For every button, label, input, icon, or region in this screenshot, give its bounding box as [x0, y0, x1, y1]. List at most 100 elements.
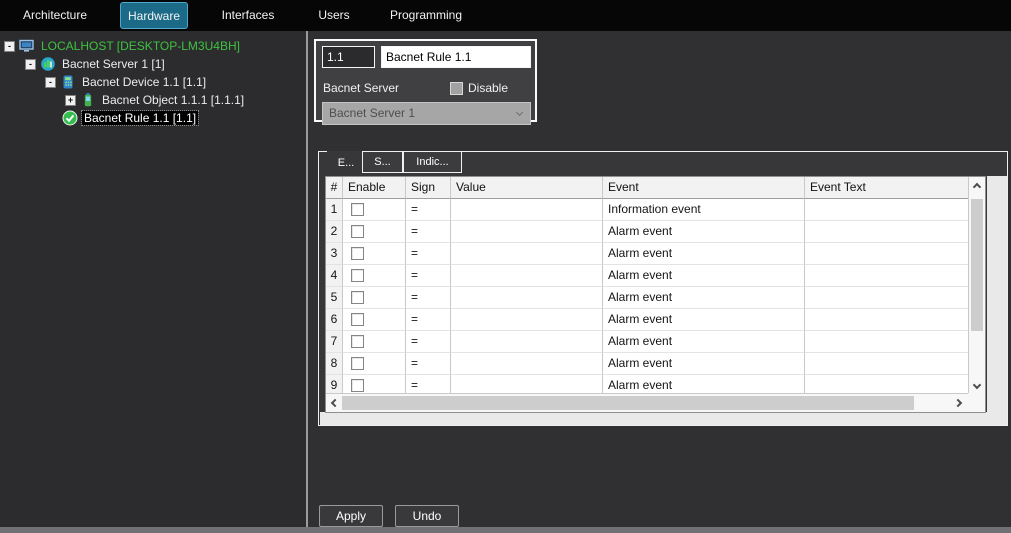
- scroll-right-icon[interactable]: [954, 399, 962, 407]
- event-cell[interactable]: Alarm event: [603, 243, 805, 265]
- enable-checkbox[interactable]: [351, 225, 364, 238]
- tab-events[interactable]: E...: [331, 153, 361, 173]
- server-label: Bacnet Server: [323, 81, 399, 95]
- panel-scrollbar-gutter[interactable]: [987, 176, 1007, 423]
- disable-label: Disable: [468, 81, 508, 95]
- row-number: 7: [326, 331, 343, 353]
- event-text-cell[interactable]: [805, 309, 985, 331]
- tree-item-bacnet-device[interactable]: - Bacnet Device 1.1 [1.1]: [45, 73, 208, 91]
- enable-cell: [343, 265, 406, 287]
- value-cell[interactable]: [451, 287, 603, 309]
- enable-checkbox[interactable]: [351, 357, 364, 370]
- event-cell[interactable]: Alarm event: [603, 309, 805, 331]
- nav-tab-architecture[interactable]: Architecture: [10, 2, 100, 29]
- sign-cell[interactable]: =: [406, 199, 451, 221]
- nav-tab-users[interactable]: Users: [289, 2, 379, 29]
- enable-checkbox[interactable]: [351, 313, 364, 326]
- event-text-cell[interactable]: [805, 287, 985, 309]
- event-text-cell[interactable]: [805, 353, 985, 375]
- tab-indications[interactable]: Indic...: [403, 151, 462, 173]
- enable-checkbox[interactable]: [351, 269, 364, 282]
- event-cell[interactable]: Alarm event: [603, 265, 805, 287]
- tree-item-label[interactable]: Bacnet Server 1 [1]: [60, 57, 167, 71]
- enable-checkbox[interactable]: [351, 379, 364, 392]
- event-text-cell[interactable]: [805, 243, 985, 265]
- sign-cell[interactable]: =: [406, 309, 451, 331]
- col-header-event-text[interactable]: Event Text: [805, 177, 985, 199]
- rule-id-field[interactable]: [322, 46, 375, 68]
- col-header-event[interactable]: Event: [603, 177, 805, 199]
- event-cell[interactable]: Alarm event: [603, 353, 805, 375]
- tree-item-bacnet-server[interactable]: - Bacnet Server 1 [1]: [25, 55, 167, 73]
- apply-button[interactable]: Apply: [319, 505, 383, 527]
- value-cell[interactable]: [451, 331, 603, 353]
- event-text-cell[interactable]: [805, 221, 985, 243]
- table-row: 3 = Alarm event: [326, 243, 985, 265]
- expand-expander-icon[interactable]: +: [65, 95, 76, 106]
- enable-checkbox[interactable]: [351, 335, 364, 348]
- app-window: Architecture Hardware Interfaces Users P…: [0, 0, 1011, 533]
- horizontal-scrollbar-thumb[interactable]: [342, 396, 914, 410]
- horizontal-scrollbar[interactable]: [326, 393, 969, 412]
- sign-cell[interactable]: =: [406, 331, 451, 353]
- enable-cell: [343, 199, 406, 221]
- scroll-down-icon[interactable]: [973, 381, 981, 389]
- value-cell[interactable]: [451, 265, 603, 287]
- table-row: 2 = Alarm event: [326, 221, 985, 243]
- event-cell[interactable]: Alarm event: [603, 221, 805, 243]
- tree-item-label[interactable]: Bacnet Object 1.1.1 [1.1.1]: [100, 93, 246, 107]
- rule-check-icon: [62, 110, 78, 126]
- scrollbar-corner: [968, 393, 985, 412]
- enable-checkbox[interactable]: [351, 247, 364, 260]
- tree-item-label[interactable]: Bacnet Rule 1.1 [1.1]: [82, 111, 198, 125]
- scroll-up-icon[interactable]: [973, 183, 981, 191]
- value-cell[interactable]: [451, 309, 603, 331]
- server-select[interactable]: Bacnet Server 1: [322, 102, 531, 125]
- rule-name-field[interactable]: [381, 46, 531, 68]
- col-header-enable[interactable]: Enable: [343, 177, 406, 199]
- panel-splitter[interactable]: [306, 31, 308, 528]
- tree-item-bacnet-object[interactable]: + Bacnet Object 1.1.1 [1.1.1]: [65, 91, 246, 109]
- row-number: 1: [326, 199, 343, 221]
- scroll-left-icon[interactable]: [331, 399, 339, 407]
- tab-settings[interactable]: S...: [362, 151, 403, 173]
- vertical-scrollbar[interactable]: [968, 177, 985, 395]
- value-cell[interactable]: [451, 353, 603, 375]
- nav-tab-programming[interactable]: Programming: [380, 2, 472, 29]
- vertical-scrollbar-thumb[interactable]: [971, 199, 983, 331]
- event-cell[interactable]: Alarm event: [603, 287, 805, 309]
- value-cell[interactable]: [451, 243, 603, 265]
- collapse-expander-icon[interactable]: -: [25, 59, 36, 70]
- event-text-cell[interactable]: [805, 265, 985, 287]
- tree-item-localhost[interactable]: - LOCALHOST [DESKTOP-LM3U4BH]: [4, 37, 242, 55]
- nav-tab-hardware[interactable]: Hardware: [120, 2, 188, 29]
- event-text-cell[interactable]: [805, 331, 985, 353]
- sign-cell[interactable]: =: [406, 243, 451, 265]
- tree-item-bacnet-rule[interactable]: Bacnet Rule 1.1 [1.1]: [62, 109, 198, 127]
- value-cell[interactable]: [451, 199, 603, 221]
- col-header-num[interactable]: #: [326, 177, 343, 199]
- window-bottom-edge: [0, 527, 1011, 533]
- event-cell[interactable]: Information event: [603, 199, 805, 221]
- value-cell[interactable]: [451, 221, 603, 243]
- enable-checkbox[interactable]: [351, 203, 364, 216]
- event-text-cell[interactable]: [805, 199, 985, 221]
- nav-tab-interfaces[interactable]: Interfaces: [203, 2, 293, 29]
- tree-item-label[interactable]: Bacnet Device 1.1 [1.1]: [80, 75, 208, 89]
- disable-checkbox[interactable]: [450, 82, 463, 95]
- col-header-value[interactable]: Value: [451, 177, 603, 199]
- sign-cell[interactable]: =: [406, 287, 451, 309]
- sign-cell[interactable]: =: [406, 353, 451, 375]
- sign-cell[interactable]: =: [406, 265, 451, 287]
- sign-cell[interactable]: =: [406, 221, 451, 243]
- undo-button[interactable]: Undo: [395, 505, 459, 527]
- server-select-value: Bacnet Server 1: [329, 106, 415, 120]
- collapse-expander-icon[interactable]: -: [45, 77, 56, 88]
- tree-item-label[interactable]: LOCALHOST [DESKTOP-LM3U4BH]: [39, 39, 242, 53]
- enable-checkbox[interactable]: [351, 291, 364, 304]
- collapse-expander-icon[interactable]: -: [4, 41, 15, 52]
- col-header-sign[interactable]: Sign: [406, 177, 451, 199]
- event-cell[interactable]: Alarm event: [603, 331, 805, 353]
- tab-panel-border: [318, 151, 327, 152]
- table-row: 5 = Alarm event: [326, 287, 985, 309]
